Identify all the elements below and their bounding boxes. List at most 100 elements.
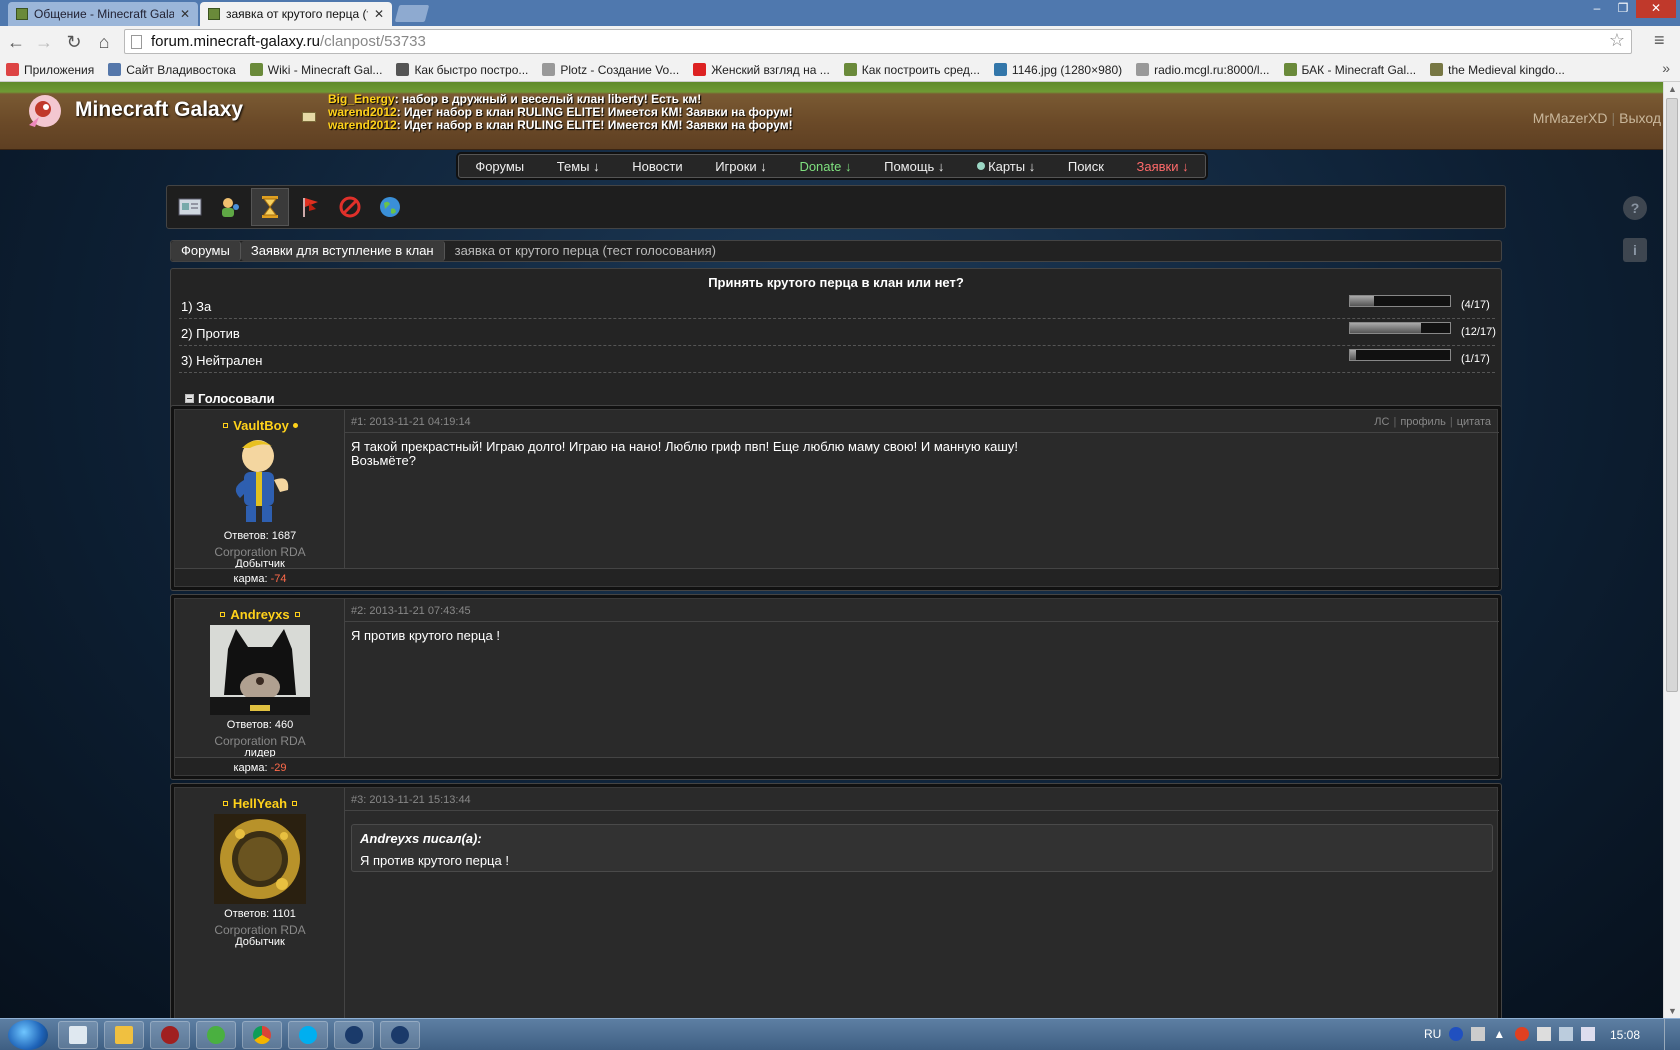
bookmark-item[interactable]: the Medieval kingdo... — [1430, 63, 1565, 77]
hourglass-icon — [262, 196, 278, 218]
close-window-button[interactable]: ✕ — [1636, 0, 1676, 18]
volume-icon[interactable] — [1581, 1027, 1596, 1041]
post-author[interactable]: Andreyxs — [175, 607, 345, 622]
post-author[interactable]: VaultBoy — [175, 418, 345, 433]
bookmark-item[interactable]: Как построить сред... — [843, 63, 980, 77]
logout-link[interactable]: Выход — [1619, 110, 1661, 126]
bookmark-star-icon[interactable]: ☆ — [1609, 30, 1625, 51]
start-button[interactable] — [8, 1020, 48, 1050]
clan-name[interactable]: Corporation RDA — [175, 734, 345, 748]
minimize-button[interactable]: – — [1584, 0, 1610, 18]
bookmark-item[interactable]: Wiki - Minecraft Gal... — [249, 63, 382, 77]
bookmark-label: Как быстро постро... — [414, 62, 529, 77]
bookmark-item[interactable]: Как быстро постро... — [396, 63, 528, 77]
bookmark-item[interactable]: Сайт Владивостока — [108, 63, 236, 77]
poll-progress-fill — [1350, 296, 1374, 306]
globe-button[interactable] — [371, 188, 409, 226]
home-button[interactable]: ⌂ — [92, 30, 116, 54]
taskbar-explorer[interactable] — [104, 1021, 144, 1049]
taskbar-app-dark2[interactable] — [380, 1021, 420, 1049]
nav-item[interactable]: Поиск — [1068, 159, 1104, 174]
taskbar-notepad[interactable] — [58, 1021, 98, 1049]
collapse-icon[interactable] — [185, 394, 194, 403]
site-logo[interactable]: Minecraft Galaxy — [75, 98, 243, 122]
help-icon[interactable] — [1449, 1027, 1464, 1041]
nav-item[interactable]: Форумы — [475, 159, 524, 174]
username-link[interactable]: MrMazerXD — [1533, 110, 1608, 126]
breadcrumb-forums[interactable]: Форумы — [171, 241, 241, 261]
browser-tab-active[interactable]: заявка от крутого перца (тест голосовани… — [200, 2, 392, 26]
nav-item[interactable]: Карты ↓ — [977, 159, 1035, 174]
pm-link[interactable]: ЛС — [1374, 416, 1389, 428]
bookmark-item[interactable]: Приложения — [6, 63, 94, 77]
karma-value: -29 — [270, 762, 287, 774]
close-icon[interactable]: ✕ — [180, 7, 190, 21]
restore-button[interactable]: ❐ — [1610, 0, 1636, 18]
clock[interactable]: 15:08 — [1610, 1028, 1640, 1042]
show-desktop-button[interactable] — [1664, 1019, 1680, 1050]
taskbar-skype[interactable] — [288, 1021, 328, 1049]
network-icon[interactable] — [1559, 1027, 1574, 1041]
taskbar-app-dark[interactable] — [334, 1021, 374, 1049]
nav-item[interactable]: Новости — [632, 159, 682, 174]
users-button[interactable] — [211, 188, 249, 226]
bookmark-item[interactable]: БАК - Minecraft Gal... — [1283, 63, 1416, 77]
taskbar-chrome[interactable] — [242, 1021, 282, 1049]
scroll-down-icon[interactable]: ▼ — [1664, 1006, 1680, 1016]
clan-name[interactable]: Corporation RDA — [175, 923, 345, 937]
quote-link[interactable]: цитата — [1457, 416, 1491, 428]
shout-author[interactable]: warend2012 — [328, 105, 397, 119]
bookmark-item[interactable]: 1146.jpg (1280×980) — [993, 63, 1122, 77]
breadcrumb-section[interactable]: Заявки для вступление в клан — [240, 241, 445, 261]
taskbar-game[interactable] — [150, 1021, 190, 1049]
profile-link[interactable]: профиль — [1400, 416, 1446, 428]
language-indicator[interactable]: RU — [1424, 1027, 1441, 1041]
nav-item[interactable]: Donate ↓ — [799, 159, 851, 174]
post-author[interactable]: HellYeah — [175, 796, 345, 811]
scroll-up-icon[interactable]: ▲ — [1664, 84, 1680, 94]
close-icon[interactable]: ✕ — [374, 7, 384, 21]
forum-list-button[interactable] — [171, 188, 209, 226]
post-header[interactable]: #3: 2013-11-21 15:13:44 — [351, 794, 471, 806]
nav-label: Donate ↓ — [799, 158, 852, 174]
ban-button[interactable] — [331, 188, 369, 226]
back-button[interactable]: ← — [4, 30, 28, 54]
clan-posts-button[interactable] — [251, 188, 289, 226]
pen-icon[interactable] — [1471, 1027, 1486, 1041]
bookmark-item[interactable]: radio.mcgl.ru:8000/l... — [1136, 63, 1270, 77]
clan-name[interactable]: Corporation RDA — [175, 545, 345, 559]
help-button[interactable]: ? — [1623, 196, 1647, 220]
show-hidden-icon[interactable]: ▲ — [1493, 1027, 1507, 1041]
poll-option-count: (4/17) — [1461, 299, 1490, 311]
new-tab-button[interactable] — [394, 5, 430, 22]
system-tray: RU ▲ — [1424, 1027, 1596, 1041]
browser-tab[interactable]: Общение - Minecraft Galaxy ✕ — [8, 2, 198, 26]
nav-item[interactable]: Игроки ↓ — [715, 159, 767, 174]
flag-icon[interactable] — [1537, 1027, 1552, 1041]
taskbar-utorrent[interactable] — [196, 1021, 236, 1049]
nav-item[interactable]: Заявки ↓ — [1137, 159, 1189, 174]
post-header[interactable]: #1: 2013-11-21 04:19:14 — [351, 416, 471, 428]
bookmark-item[interactable]: Женский взгляд на ... — [693, 63, 830, 77]
nav-item[interactable]: Помощь ↓ — [884, 159, 944, 174]
shout-author[interactable]: Big_Energy — [328, 92, 395, 106]
page-scrollbar[interactable]: ▲ ▼ — [1663, 82, 1680, 1018]
more-bookmarks-icon[interactable]: » — [1662, 60, 1670, 76]
mail-icon[interactable] — [302, 112, 316, 122]
nav-label: Форумы — [475, 158, 525, 174]
voters-toggle[interactable]: Голосовали — [185, 391, 275, 406]
bookmark-item[interactable]: Plotz - Создание Vo... — [542, 63, 679, 77]
reload-button[interactable]: ↻ — [62, 30, 86, 54]
forward-button[interactable]: → — [32, 30, 56, 54]
grass-block-icon — [1283, 63, 1297, 76]
info-button[interactable]: i — [1623, 238, 1647, 262]
scrollbar-thumb[interactable] — [1666, 98, 1678, 692]
nav-item[interactable]: Темы ↓ — [557, 159, 600, 174]
user-box: MrMazerXD | Выход — [1533, 110, 1661, 126]
post-header[interactable]: #2: 2013-11-21 07:43:45 — [351, 605, 471, 617]
flag-button[interactable] — [291, 188, 329, 226]
shout-author[interactable]: warend2012 — [328, 118, 397, 132]
browser-menu-icon[interactable]: ≡ — [1654, 30, 1665, 51]
address-bar[interactable]: forum.minecraft-galaxy.ru/clanpost/53733… — [124, 29, 1632, 54]
alert-icon[interactable] — [1515, 1027, 1530, 1041]
